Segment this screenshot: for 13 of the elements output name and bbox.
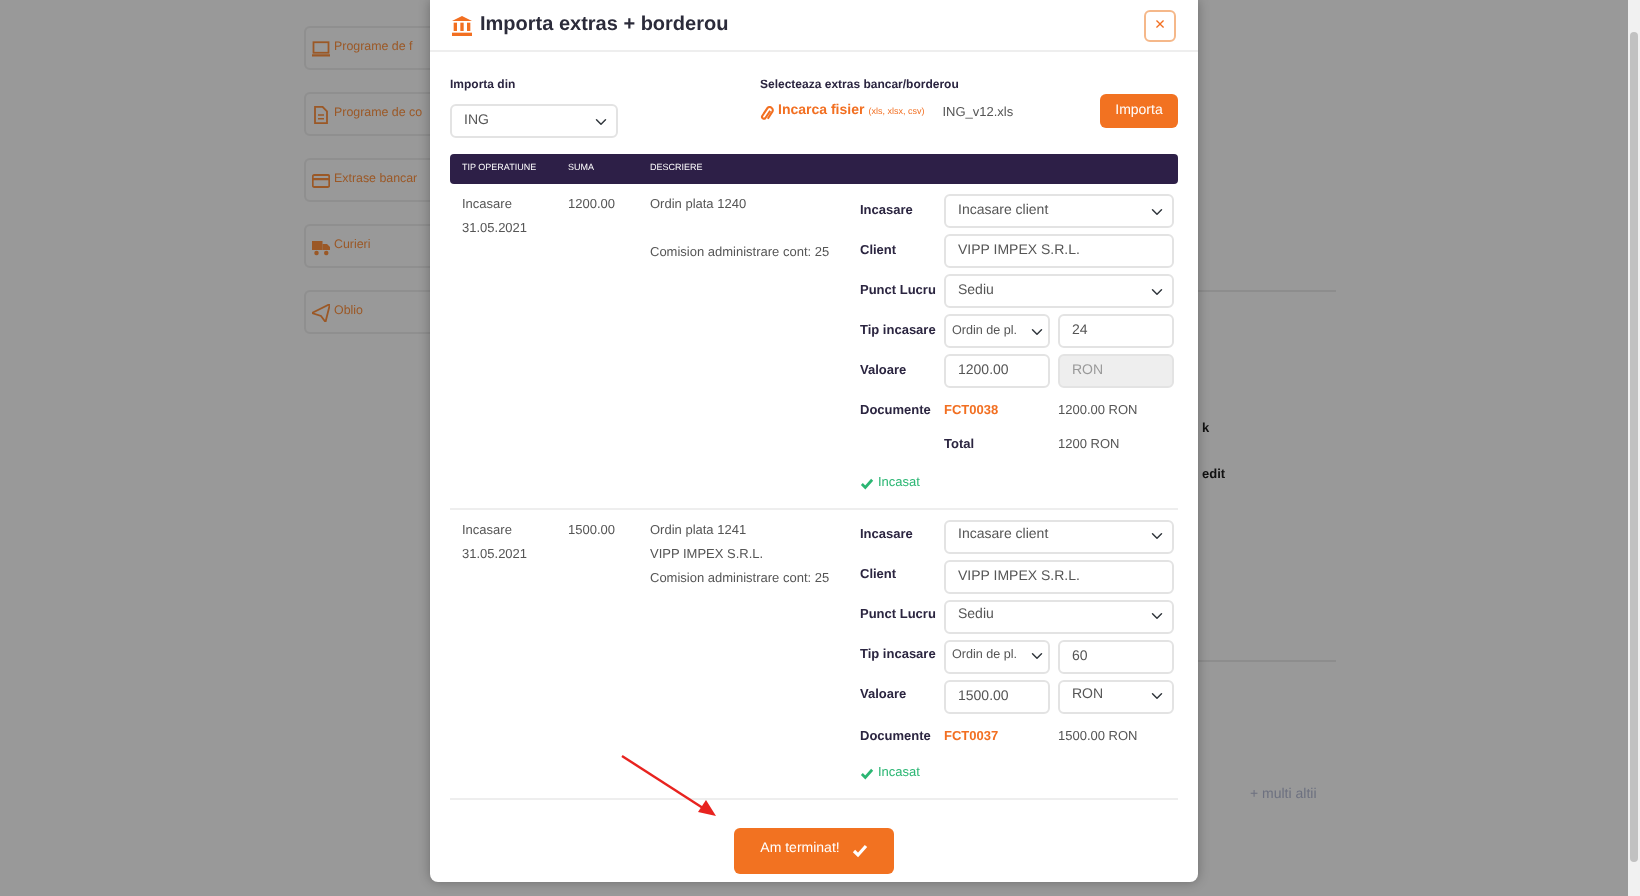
bank-icon — [452, 15, 472, 36]
dialog-title: Importa extras + borderou — [480, 12, 729, 41]
credit-card-icon — [312, 171, 330, 189]
annotation-arrow — [618, 752, 722, 822]
paper-plane-icon — [312, 303, 330, 321]
truck-icon — [312, 237, 330, 255]
paperclip-icon — [760, 105, 774, 121]
monitor-icon — [312, 39, 330, 57]
check-icon — [851, 844, 868, 858]
document-icon — [312, 105, 330, 123]
scrollbar[interactable] — [1628, 0, 1640, 896]
check-icon — [860, 768, 874, 781]
check-icon — [860, 477, 874, 490]
